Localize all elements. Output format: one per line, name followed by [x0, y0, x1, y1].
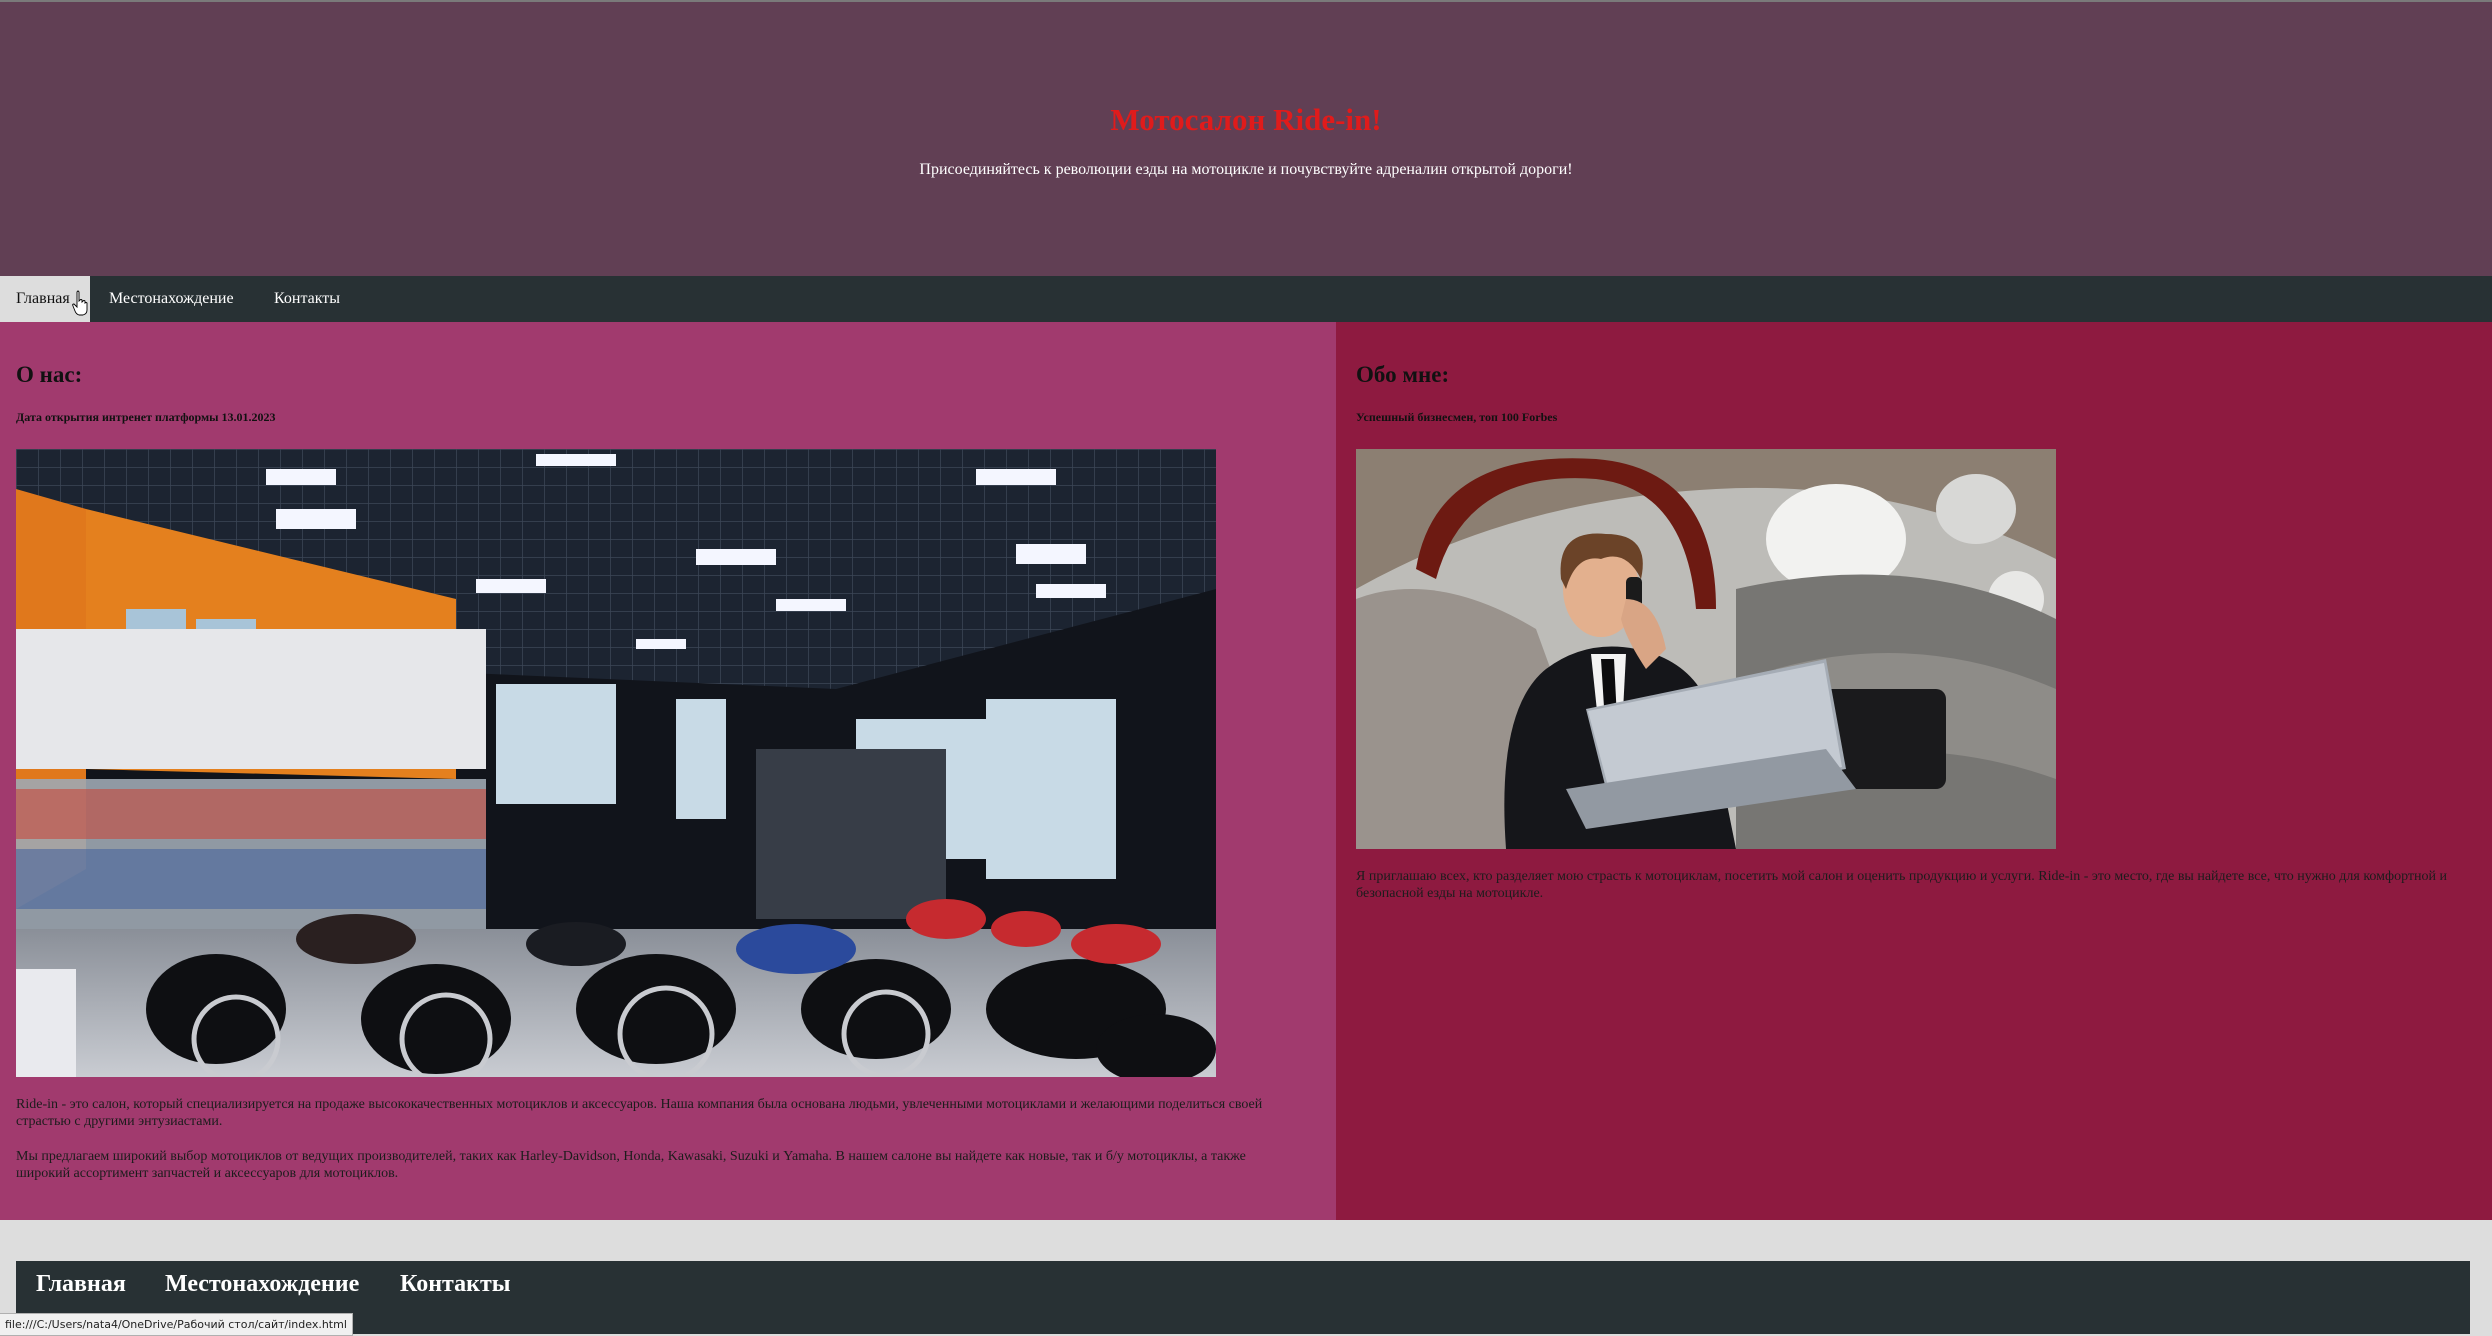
footer-navigation: Главная Местонахождение Контакты — [16, 1261, 2470, 1334]
site-subtitle: Присоединяйтесь к революции езды на мото… — [919, 161, 1573, 178]
hand-cursor-icon — [72, 290, 88, 316]
about-me-section: Обо мне: Успешный бизнесмен, топ 100 For… — [1336, 322, 2492, 1220]
about-me-subheading: Успешный бизнесмен, топ 100 Forbes — [1356, 410, 1558, 424]
about-us-paragraph-1: Ride-in - это салон, который специализир… — [16, 1097, 1263, 1129]
about-me-paragraph: Я приглашаю всех, кто разделяет мою стра… — [1356, 869, 2447, 901]
footer-link-home[interactable]: Главная — [36, 1271, 126, 1298]
top-navigation: Главная Местонахождение Контакты — [0, 276, 2492, 322]
about-us-subheading: Дата открытия интренет платформы 13.01.2… — [16, 410, 276, 424]
site-header: Мотосалон Ride-in! Присоединяйтесь к рев… — [0, 0, 2492, 276]
footer-link-location[interactable]: Местонахождение — [165, 1271, 359, 1298]
about-us-heading: О нас: — [16, 362, 83, 387]
footer-link-contacts[interactable]: Контакты — [400, 1271, 510, 1298]
about-us-paragraph-2: Мы предлагаем широкий выбор мотоциклов о… — [16, 1149, 1246, 1181]
about-us-section: О нас: Дата открытия интренет платформы … — [0, 322, 1336, 1220]
businessman-image — [1356, 449, 2056, 849]
about-me-heading: Обо мне: — [1356, 362, 1450, 387]
nav-link-contacts[interactable]: Контакты — [274, 276, 340, 322]
motorcycle-showroom-image — [16, 449, 1216, 1077]
browser-status-url: file:///C:/Users/nata4/OneDrive/Рабочий … — [0, 1313, 353, 1336]
site-title: Мотосалон Ride-in! — [1110, 102, 1382, 137]
nav-link-location[interactable]: Местонахождение — [109, 276, 234, 322]
